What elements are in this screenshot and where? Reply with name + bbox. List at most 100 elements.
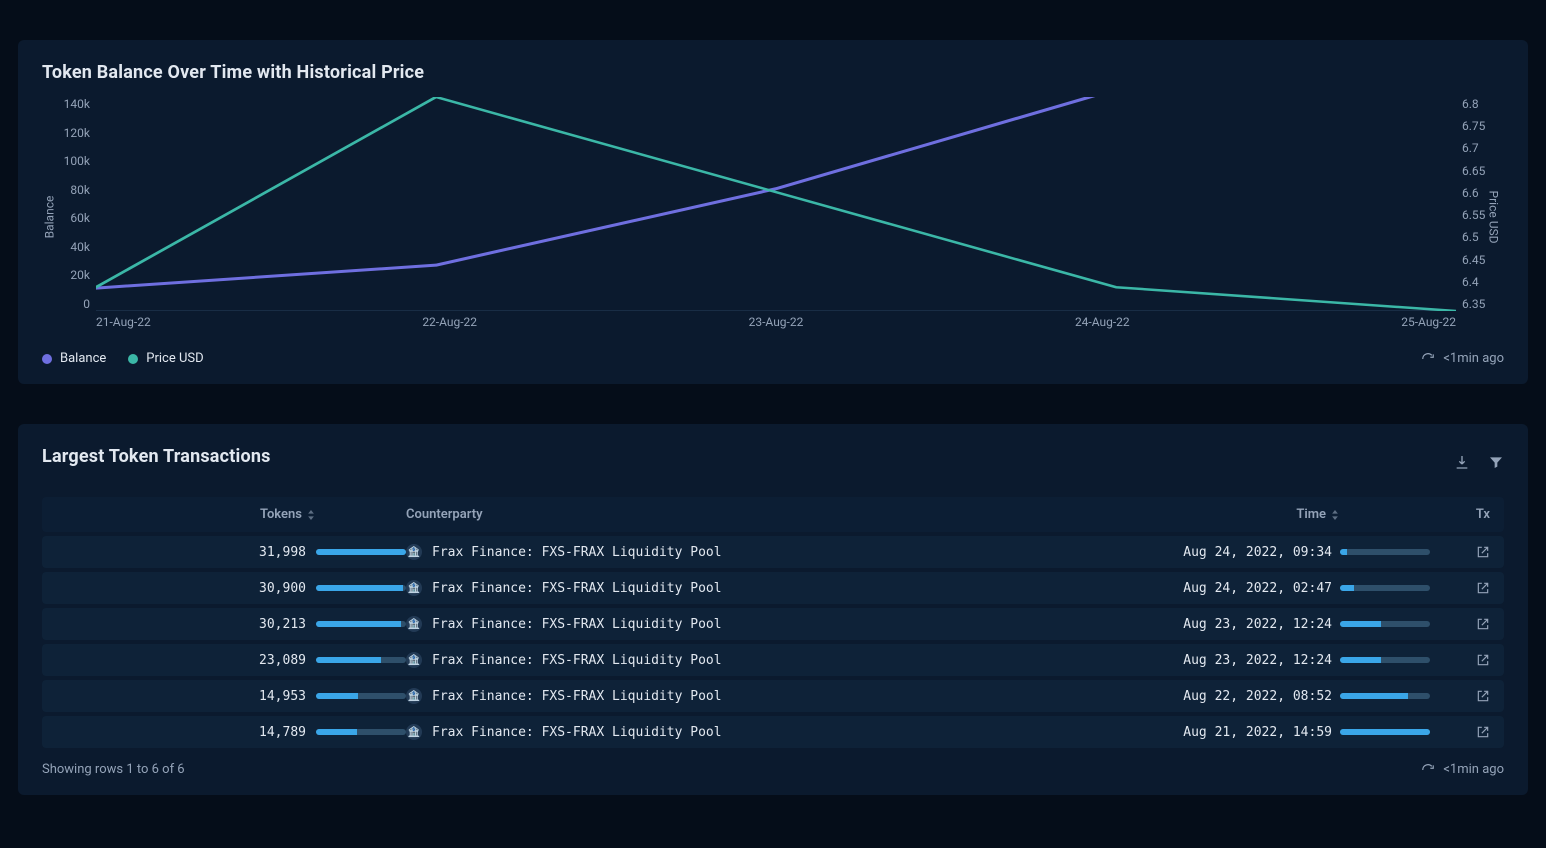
tx-link[interactable] (1430, 725, 1490, 739)
external-link-icon (1476, 581, 1490, 595)
cell-tokens: 23,089 (56, 653, 316, 668)
y-right-tick: 6.4 (1462, 275, 1504, 289)
x-tick: 24-Aug-22 (1075, 315, 1130, 337)
y-right-tick: 6.35 (1462, 297, 1504, 311)
y-left-tick: 100k (42, 154, 90, 168)
column-tokens[interactable]: Tokens (260, 507, 316, 522)
column-tx[interactable]: Tx (1430, 507, 1490, 522)
cell-tokens: 14,953 (56, 689, 316, 704)
cell-counterparty[interactable]: 🏦Frax Finance: FXS-FRAX Liquidity Pool (406, 616, 1140, 632)
legend-dot-icon (42, 354, 52, 364)
tx-link[interactable] (1430, 653, 1490, 667)
cell-tokens: 14,789 (56, 725, 316, 740)
time-bar (1340, 621, 1430, 627)
time-bar (1340, 549, 1430, 555)
table-row[interactable]: 23,089 🏦Frax Finance: FXS-FRAX Liquidity … (42, 644, 1504, 676)
y-left-ticks: 140k120k100k80k60k40k20k0 (42, 97, 96, 311)
y-right-ticks: 6.86.756.76.656.66.556.56.456.46.35 (1456, 97, 1504, 311)
protocol-icon: 🏦 (406, 544, 422, 560)
column-counterparty[interactable]: Counterparty (406, 507, 1140, 522)
x-tick: 23-Aug-22 (749, 315, 804, 337)
tx-link[interactable] (1430, 581, 1490, 595)
column-label: Time (1296, 507, 1326, 522)
table-refresh-indicator[interactable]: <1min ago (1421, 762, 1504, 777)
table-row[interactable]: 14,953 🏦 Frax Finance: FXS-FRAX Liquidity … (42, 680, 1504, 712)
legend-item-price[interactable]: Price USD (128, 351, 203, 366)
tokens-bar (316, 693, 406, 699)
filter-icon (1488, 454, 1504, 470)
y-left-tick: 0 (42, 297, 90, 311)
cell-tokens: 31,998 (56, 545, 316, 560)
y-left-tick: 40k (42, 240, 90, 254)
x-tick: 25-Aug-22 (1401, 315, 1456, 337)
refresh-icon (1421, 763, 1435, 777)
legend-dot-icon (128, 354, 138, 364)
counterparty-label: Frax Finance: FXS-FRAX Liquidity Pool (432, 689, 722, 704)
counterparty-label: Frax Finance: FXS-FRAX Liquidity Pool (432, 581, 722, 596)
table-footer: Showing rows 1 to 6 of 6 (42, 762, 185, 777)
y-left-tick: 120k (42, 126, 90, 140)
y-right-tick: 6.65 (1462, 164, 1504, 178)
chart-title: Token Balance Over Time with Historical … (42, 62, 1504, 83)
y-right-tick: 6.55 (1462, 208, 1504, 222)
cell-time: Aug 22, 2022, 08:52 (1140, 689, 1340, 704)
cell-time: Aug 24, 2022, 09:34 (1140, 545, 1340, 560)
cell-counterparty[interactable]: 🏦 Frax Finance: FXS-FRAX Liquidity Pool (406, 688, 1140, 704)
x-tick: 22-Aug-22 (422, 315, 477, 337)
y-right-tick: 6.5 (1462, 230, 1504, 244)
tx-link[interactable] (1430, 689, 1490, 703)
external-link-icon (1476, 653, 1490, 667)
table-row[interactable]: 30,213 🏦Frax Finance: FXS-FRAX Liquidity … (42, 608, 1504, 640)
chart-legend: Balance Price USD (42, 351, 204, 366)
counterparty-label: Frax Finance: FXS-FRAX Liquidity Pool (432, 725, 722, 740)
y-left-tick: 80k (42, 183, 90, 197)
filter-button[interactable] (1488, 454, 1504, 474)
download-button[interactable] (1454, 454, 1470, 474)
legend-item-balance[interactable]: Balance (42, 351, 106, 366)
protocol-icon: 🏦 (406, 652, 422, 668)
cell-counterparty[interactable]: 🏦Frax Finance: FXS-FRAX Liquidity Pool (406, 652, 1140, 668)
cell-time: Aug 23, 2022, 12:24 (1140, 653, 1340, 668)
cell-time: Aug 24, 2022, 02:47 (1140, 581, 1340, 596)
cell-counterparty[interactable]: 🏦Frax Finance: FXS-FRAX Liquidity Pool (406, 724, 1140, 740)
protocol-icon: 🏦 (406, 616, 422, 632)
table-row[interactable]: 30,900 🏦 Frax Finance: FXS-FRAX Liquidity … (42, 572, 1504, 604)
tokens-bar (316, 657, 406, 663)
y-right-tick: 6.75 (1462, 119, 1504, 133)
y-right-tick: 6.7 (1462, 141, 1504, 155)
cell-time: Aug 21, 2022, 14:59 (1140, 725, 1340, 740)
chart-refresh-text: <1min ago (1443, 351, 1504, 366)
sort-icon (306, 510, 316, 520)
chart-refresh-indicator[interactable]: <1min ago (1421, 351, 1504, 366)
chart-panel: Token Balance Over Time with Historical … (18, 40, 1528, 384)
y-left-tick: 20k (42, 268, 90, 282)
table-row[interactable]: 14,789 🏦Frax Finance: FXS-FRAX Liquidity … (42, 716, 1504, 748)
x-axis-ticks: 21-Aug-22 22-Aug-22 23-Aug-22 24-Aug-22 25-A… (96, 315, 1456, 337)
y-left-tick: 140k (42, 97, 90, 111)
table-title: Largest Token Transactions (42, 446, 271, 467)
y-right-tick: 6.6 (1462, 186, 1504, 200)
counterparty-label: Frax Finance: FXS-FRAX Liquidity Pool (432, 545, 722, 560)
sort-icon (1330, 510, 1340, 520)
tx-link[interactable] (1430, 545, 1490, 559)
protocol-icon: 🏦 (406, 580, 422, 596)
time-bar (1340, 657, 1430, 663)
time-bar (1340, 729, 1430, 735)
column-label: Counterparty (406, 507, 483, 522)
tokens-bar (316, 549, 406, 555)
protocol-icon: 🏦 (406, 688, 422, 704)
x-tick: 21-Aug-22 (96, 315, 151, 337)
cell-tokens: 30,900 (56, 581, 316, 596)
column-time[interactable]: Time (1296, 507, 1340, 522)
external-link-icon (1476, 689, 1490, 703)
tokens-bar (316, 729, 406, 735)
tx-link[interactable] (1430, 617, 1490, 631)
cell-counterparty[interactable]: 🏦 Frax Finance: FXS-FRAX Liquidity Pool (406, 580, 1140, 596)
external-link-icon (1476, 617, 1490, 631)
cell-tokens: 30,213 (56, 617, 316, 632)
table-header-row: Tokens Counterparty Time Tx (42, 497, 1504, 532)
time-bar (1340, 585, 1430, 591)
table-row[interactable]: 31,998 🏦 Frax Finance: FXS-FRAX Liquidity … (42, 536, 1504, 568)
cell-counterparty[interactable]: 🏦 Frax Finance: FXS-FRAX Liquidity Pool (406, 544, 1140, 560)
transactions-panel: Largest Token Transactions Tokens Counte… (18, 424, 1528, 795)
